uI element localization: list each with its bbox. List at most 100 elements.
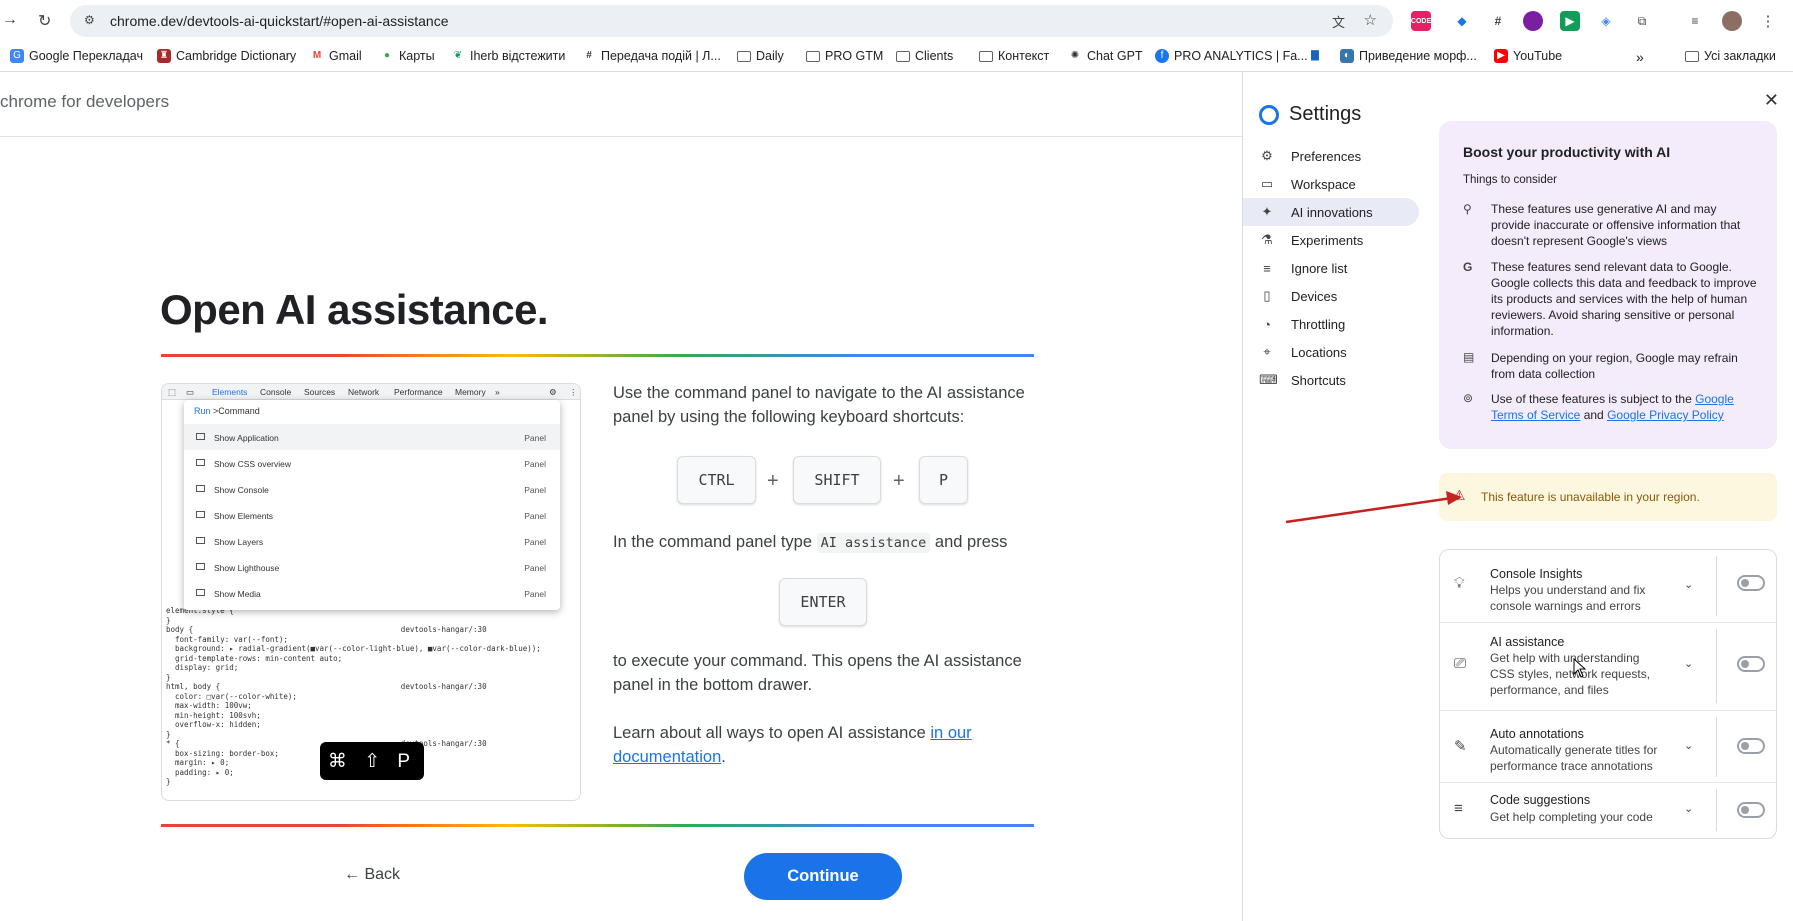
devtools-tab: Network bbox=[348, 387, 380, 397]
back-link[interactable]: ← Back bbox=[344, 866, 400, 884]
chrome-devtools-icon bbox=[1259, 105, 1279, 125]
youtube-icon: ▶ bbox=[1494, 49, 1508, 63]
devtools-tab: Console bbox=[260, 387, 292, 397]
bookmark-item[interactable]: ▶ YouTube bbox=[1494, 49, 1562, 63]
bookmark-item[interactable]: M Gmail bbox=[310, 49, 362, 63]
color-extension-icon[interactable] bbox=[1523, 11, 1543, 31]
plus-sign: + bbox=[767, 470, 779, 492]
star-icon[interactable]: ☆ bbox=[1364, 11, 1377, 29]
bookmark-item[interactable]: ♜ Cambridge Dictionary bbox=[157, 49, 296, 63]
devtools-screenshot: ⬚ ▭ Elements Console Sources Network Per… bbox=[161, 383, 581, 801]
chevron-down-icon[interactable]: ⌄ bbox=[1684, 802, 1693, 815]
tag-extension-icon[interactable]: ◆ bbox=[1452, 11, 1472, 31]
pin-icon: ⌖ bbox=[1263, 344, 1271, 359]
settings-nav-ignore-list[interactable]: ≡ Ignore list bbox=[1243, 254, 1419, 282]
cambridge-icon: ♜ bbox=[157, 49, 171, 63]
facebook-icon: f bbox=[1155, 49, 1169, 63]
speedometer-icon: ◔ bbox=[1263, 316, 1271, 332]
intro-paragraph: Use the command panel to navigate to the… bbox=[613, 384, 1025, 426]
settings-nav-throttling[interactable]: ◔ Throttling bbox=[1243, 310, 1419, 338]
bookmark-item[interactable]: ▇ bbox=[1308, 49, 1322, 63]
devtools-tabbar: ⬚ ▭ Elements Console Sources Network Per… bbox=[162, 384, 580, 400]
settings-nav-workspace[interactable]: ▭ Workspace bbox=[1243, 170, 1419, 198]
chevron-down-icon[interactable]: ⌄ bbox=[1684, 578, 1693, 591]
chevron-down-icon[interactable]: ⌄ bbox=[1684, 657, 1693, 670]
profile-avatar[interactable] bbox=[1722, 11, 1742, 31]
bookmark-item[interactable]: f PRO ANALYTICS | Fa... bbox=[1155, 49, 1308, 63]
reload-icon[interactable]: ↻ bbox=[38, 11, 51, 31]
bookmark-item[interactable]: ● Карты bbox=[380, 49, 435, 63]
devtools-tab: Elements bbox=[212, 387, 248, 397]
warning-text: This feature is unavailable in your regi… bbox=[1481, 490, 1700, 504]
bookmark-item[interactable]: # Передача подій | Л... bbox=[582, 49, 721, 63]
settings-nav-preferences[interactable]: ⚙ Preferences bbox=[1243, 142, 1419, 170]
feature-ai-assistance: ⎚ AI assistance Get help with understand… bbox=[1440, 623, 1776, 711]
play-extension-icon[interactable]: ▶ bbox=[1560, 11, 1580, 31]
chart-bookmark-icon: ▇ bbox=[1308, 49, 1322, 63]
devtools-tab: » bbox=[495, 387, 500, 397]
chevron-down-icon[interactable]: ⌄ bbox=[1684, 739, 1693, 752]
inspect-icon: ⬚ bbox=[168, 387, 177, 397]
settings-nav-ai-innovations[interactable]: ✦ AI innovations bbox=[1243, 198, 1419, 226]
menu-icon[interactable]: ⋮ bbox=[1758, 11, 1778, 31]
bookmark-item[interactable]: G Google Перекладач bbox=[10, 49, 143, 63]
bookmark-item[interactable]: ❦ Iherb відстежити bbox=[451, 49, 565, 63]
shift-key: SHIFT bbox=[793, 456, 881, 504]
command-row: Show Elements Panel bbox=[184, 502, 560, 528]
command-row: Show Lighthouse Panel bbox=[184, 554, 560, 580]
ai-terms: Use of these features is subject to the … bbox=[1491, 392, 1734, 422]
forward-icon[interactable]: → bbox=[2, 11, 18, 29]
bookmark-item[interactable]: ✺ Chat GPT bbox=[1068, 49, 1143, 63]
shield-extension-icon[interactable]: ◈ bbox=[1596, 11, 1616, 31]
folder-icon bbox=[896, 50, 910, 62]
p-key: P bbox=[919, 456, 968, 504]
media-control-icon[interactable]: ≡ bbox=[1685, 11, 1705, 31]
openai-icon: ✺ bbox=[1068, 49, 1082, 63]
privacy-policy-link[interactable]: Google Privacy Policy bbox=[1607, 408, 1724, 422]
execute-paragraph: to execute your command. This opens the … bbox=[613, 652, 1022, 694]
rainbow-divider bbox=[161, 824, 1034, 827]
pen-sparkle-icon: ✎ bbox=[1454, 738, 1467, 755]
close-icon[interactable]: ✕ bbox=[1764, 90, 1779, 111]
continue-button[interactable]: Continue bbox=[744, 853, 902, 900]
bookmark-item[interactable]: PRO GTM bbox=[806, 49, 883, 63]
ignore-list-icon: ≡ bbox=[1263, 260, 1271, 276]
feature-list: 💡︎ Console Insights Helps you understand… bbox=[1439, 549, 1777, 839]
bookmark-item[interactable]: Daily bbox=[737, 49, 784, 63]
feature-code-suggestions: ≡ Code suggestions Get help completing y… bbox=[1440, 783, 1776, 838]
more-bookmarks-icon[interactable]: » bbox=[1636, 49, 1644, 65]
settings-nav-experiments[interactable]: ⚗ Experiments bbox=[1243, 226, 1419, 254]
code-extension-icon[interactable]: CODE bbox=[1411, 11, 1431, 31]
panel-icon bbox=[196, 511, 205, 518]
ai-assistance-toggle[interactable] bbox=[1737, 656, 1765, 672]
bookmark-item[interactable]: Контекст bbox=[979, 49, 1049, 63]
puzzle-icon[interactable]: ⧉ bbox=[1632, 11, 1652, 31]
hash-extension-icon[interactable]: # bbox=[1488, 11, 1508, 31]
page-title: Open AI assistance. bbox=[160, 286, 549, 333]
console-insights-toggle[interactable] bbox=[1737, 575, 1765, 591]
command-row: Show CSS overview Panel bbox=[184, 450, 560, 476]
command-row: Show Layers Panel bbox=[184, 528, 560, 554]
folder-icon: ▭ bbox=[1260, 176, 1274, 191]
settings-nav-shortcuts[interactable]: ⌨ Shortcuts bbox=[1243, 366, 1419, 394]
settings-title: Settings bbox=[1289, 103, 1362, 125]
site-name[interactable]: chrome for developers bbox=[0, 92, 169, 112]
address-bar[interactable]: ⚙ chrome.dev/devtools-ai-quickstart/#ope… bbox=[70, 5, 1393, 37]
bookmark-item[interactable]: Clients bbox=[896, 49, 953, 63]
bookmark-item[interactable]: ◐ Приведение морф... bbox=[1340, 49, 1477, 63]
all-bookmarks[interactable]: Усі закладки bbox=[1685, 49, 1776, 63]
translate-icon[interactable]: 文 bbox=[1332, 12, 1345, 31]
code-suggestions-toggle[interactable] bbox=[1737, 802, 1765, 818]
docs-paragraph: Learn about all ways to open AI assistan… bbox=[613, 724, 972, 766]
plus-sign: + bbox=[893, 470, 905, 492]
settings-nav-devices[interactable]: ▯ Devices bbox=[1243, 282, 1419, 310]
panel-icon bbox=[196, 433, 205, 440]
folder-icon bbox=[737, 50, 751, 62]
gear-icon: ⚙ bbox=[549, 387, 557, 397]
auto-annotations-toggle[interactable] bbox=[1737, 738, 1765, 754]
ai-info-box: Boost your productivity with AI Things t… bbox=[1439, 121, 1777, 449]
site-info-icon[interactable]: ⚙ bbox=[84, 13, 95, 27]
command-row: Show Media Panel bbox=[184, 580, 560, 606]
site-header: chrome for developers bbox=[0, 72, 1242, 137]
settings-nav-locations[interactable]: ⌖ Locations bbox=[1243, 338, 1419, 366]
